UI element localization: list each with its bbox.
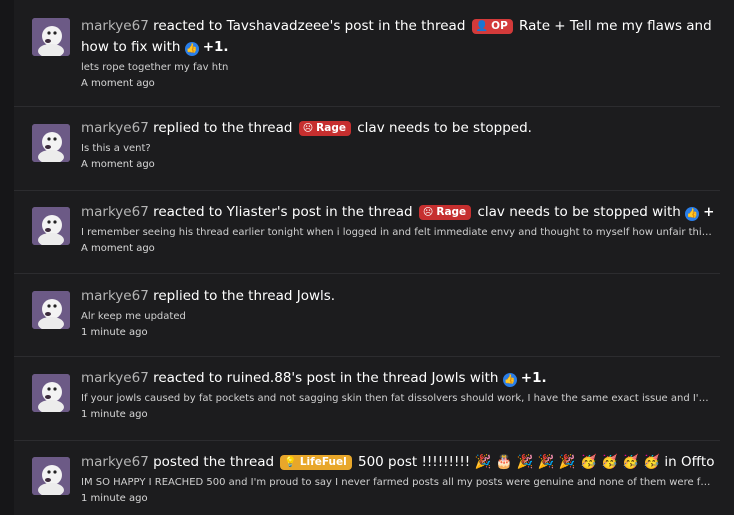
list-item[interactable]: markye67 reacted to Yliaster's post in t… <box>14 190 720 274</box>
action-text: reacted to ruined.88's post in the threa… <box>148 370 432 386</box>
timestamp: 1 minute ago <box>81 409 148 420</box>
username-link[interactable]: markye67 <box>81 18 149 34</box>
reaction-count: +1. <box>703 204 714 220</box>
username-link[interactable]: markye67 <box>81 454 149 470</box>
post-snippet: If your jowls caused by fat pockets and … <box>81 393 714 404</box>
action-text: reacted to Yliaster's post in the thread <box>148 204 417 220</box>
thread-title-link[interactable]: clav needs to be stopped with <box>473 204 685 220</box>
reaction-count: +1. <box>202 39 229 55</box>
avatar[interactable] <box>32 124 70 162</box>
thread-title-link[interactable]: Jowls with <box>431 370 502 386</box>
username-link[interactable]: markye67 <box>81 120 149 136</box>
angry-face-icon: ☹ <box>302 123 314 134</box>
op-badge: 👤 OP <box>471 19 513 34</box>
timestamp: 1 minute ago <box>81 327 148 338</box>
alert-text: markye67 replied to the thread ☹ Rage cla… <box>81 118 714 139</box>
alert-text: markye67 reacted to Yliaster's post in t… <box>81 202 714 223</box>
alert-text: markye67 replied to the thread Jowls. <box>81 286 714 307</box>
badge-label: LifeFuel <box>299 456 347 468</box>
alert-text: markye67 posted the thread 💡 LifeFuel 500… <box>81 452 714 473</box>
post-snippet: Alr keep me updated <box>81 311 186 322</box>
timestamp: A moment ago <box>81 243 155 254</box>
badge-label: OP <box>491 20 508 32</box>
like-icon: 👍 <box>502 373 517 387</box>
thread-title-link[interactable]: Jowls. <box>297 288 335 304</box>
thread-title-link[interactable]: 500 post !!!!!!!!! 🎉 🎂 🎉 🎉 🎉 🥳 🥳 🥳 🥳 <box>354 454 660 470</box>
user-icon: 👤 <box>475 21 489 32</box>
lightbulb-icon: 💡 <box>284 457 297 468</box>
action-text: posted the thread <box>148 454 279 470</box>
post-snippet: I remember seeing his thread earlier ton… <box>81 227 714 238</box>
lifefuel-badge: 💡 LifeFuel <box>280 455 352 470</box>
rage-badge: ☹ Rage <box>298 121 351 136</box>
avatar[interactable] <box>32 291 70 329</box>
action-text: reacted to Tavshavadzeee's post in the t… <box>148 18 470 34</box>
badge-label: Rage <box>316 122 346 134</box>
username-link[interactable]: markye67 <box>81 204 149 220</box>
like-icon: 👍 <box>184 42 199 56</box>
post-snippet: Is this a vent? <box>81 143 151 154</box>
list-item[interactable]: markye67 reacted to ruined.88's post in … <box>14 356 720 441</box>
alert-text: markye67 reacted to ruined.88's post in … <box>81 368 714 389</box>
forum-link[interactable]: in Offtopic. <box>660 454 714 470</box>
username-link[interactable]: markye67 <box>81 288 149 304</box>
list-item[interactable]: markye67 replied to the thread ☹ Rage cla… <box>14 106 720 191</box>
reaction-count: +1. <box>520 370 547 386</box>
avatar[interactable] <box>32 457 70 495</box>
timestamp: A moment ago <box>81 159 155 170</box>
avatar[interactable] <box>32 374 70 412</box>
list-item[interactable]: markye67 reacted to Tavshavadzeee's post… <box>14 0 720 107</box>
list-item[interactable]: markye67 replied to the thread Jowls. Al… <box>14 273 720 357</box>
username-link[interactable]: markye67 <box>81 370 149 386</box>
post-snippet: IM SO HAPPY I REACHED 500 and I'm proud … <box>81 477 714 488</box>
timestamp: 1 minute ago <box>81 493 148 504</box>
badge-label: Rage <box>436 206 467 218</box>
timestamp: A moment ago <box>81 78 155 89</box>
post-snippet: lets rope together my fav htn <box>81 62 229 73</box>
action-text: replied to the thread <box>148 288 297 304</box>
rage-badge: ☹ Rage <box>418 205 472 220</box>
like-icon: 👍 <box>685 207 700 221</box>
avatar[interactable] <box>32 18 70 56</box>
action-text: replied to the thread <box>148 120 297 136</box>
avatar[interactable] <box>32 207 70 245</box>
alerts-feed: markye67 reacted to Tavshavadzeee's post… <box>0 0 734 515</box>
list-item[interactable]: markye67 posted the thread 💡 LifeFuel 500… <box>14 440 720 515</box>
alert-text: markye67 reacted to Tavshavadzeee's post… <box>81 16 714 58</box>
thread-title-link[interactable]: clav needs to be stopped. <box>353 120 532 136</box>
angry-face-icon: ☹ <box>422 207 434 218</box>
